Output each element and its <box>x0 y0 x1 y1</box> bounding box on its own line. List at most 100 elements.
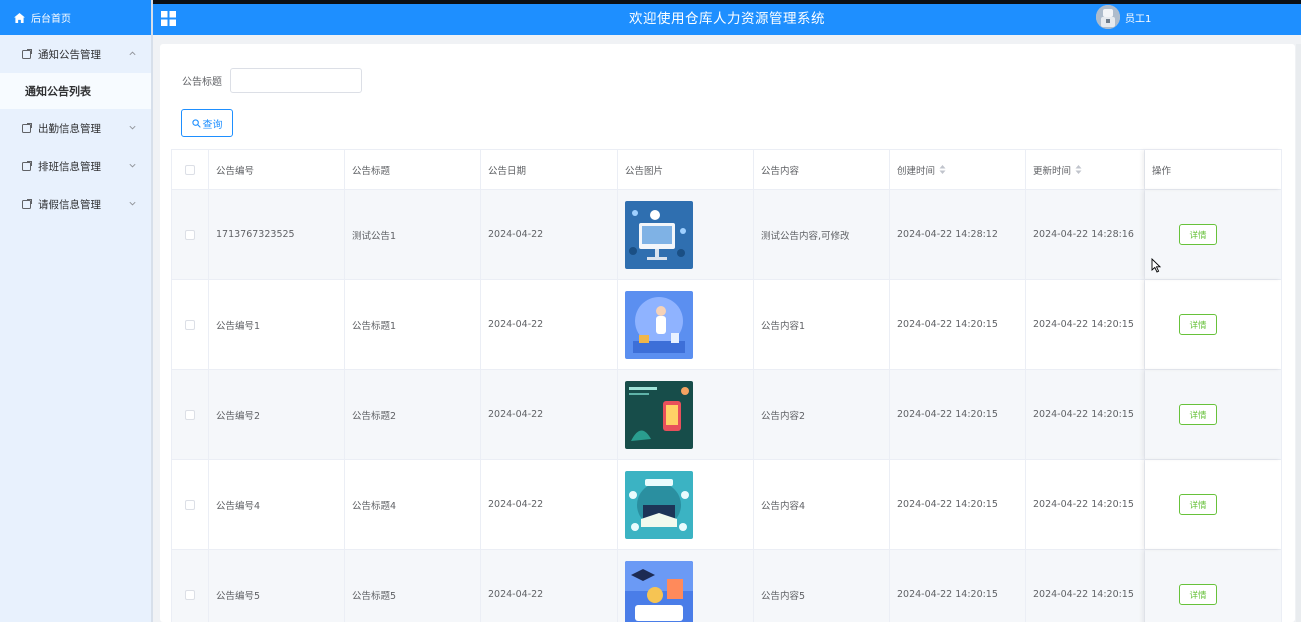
detail-button[interactable]: 详情 <box>1179 314 1217 335</box>
menu-notice[interactable]: 通知公告管理 <box>0 35 151 73</box>
document-icon <box>22 49 32 59</box>
mouse-cursor-icon <box>1151 258 1161 273</box>
notice-image[interactable] <box>625 290 693 359</box>
detail-button[interactable]: 详情 <box>1179 404 1217 425</box>
header: 欢迎使用仓库人力资源管理系统 员工1 <box>153 4 1301 35</box>
cell-created: 2024-04-22 14:20:15 <box>890 460 1026 549</box>
menu-schedule[interactable]: 排班信息管理 <box>0 147 151 185</box>
cell-no: 公告编号1 <box>209 280 345 369</box>
search-label: 公告标题 <box>182 77 222 88</box>
home-label: 后台首页 <box>31 14 71 25</box>
page-scrollbar[interactable] <box>1296 44 1301 622</box>
table-row: 公告编号4 公告标题4 2024-04-22 公告内容4 2024-04-22 … <box>172 460 1282 550</box>
cell-no: 公告编号2 <box>209 370 345 459</box>
search-input[interactable] <box>230 68 362 93</box>
menu-schedule-label: 排班信息管理 <box>38 160 101 173</box>
chevron-up-icon <box>129 51 136 56</box>
table-row: 1713767323525 测试公告1 2024-04-22 测试公告内容,可修… <box>172 190 1282 280</box>
col-no: 公告编号 <box>209 150 345 189</box>
cell-title: 公告标题5 <box>345 550 481 622</box>
cell-image <box>618 190 754 279</box>
home-icon <box>14 12 25 23</box>
cell-title: 公告标题1 <box>345 280 481 369</box>
query-button[interactable]: 查询 <box>181 109 233 137</box>
menu-leave[interactable]: 请假信息管理 <box>0 185 151 223</box>
avatar[interactable] <box>1096 5 1120 29</box>
document-icon <box>22 161 32 171</box>
row-checkbox-cell <box>172 460 209 549</box>
row-checkbox[interactable] <box>185 409 195 420</box>
menu-attendance[interactable]: 出勤信息管理 <box>0 109 151 147</box>
cell-actions: 详情 <box>1145 370 1282 459</box>
query-button-label: 查询 <box>202 119 223 131</box>
cell-content: 公告内容1 <box>754 280 890 369</box>
col-updated[interactable]: 更新时间 <box>1026 150 1145 189</box>
cell-image <box>618 550 754 622</box>
cell-image <box>618 460 754 549</box>
cell-actions: 详情 <box>1145 280 1282 369</box>
notice-image-illustration <box>625 290 693 359</box>
chevron-down-icon <box>129 125 136 130</box>
cell-updated: 2024-04-22 14:28:16 <box>1026 190 1145 279</box>
col-date: 公告日期 <box>481 150 618 189</box>
cell-image <box>618 280 754 369</box>
col-created[interactable]: 创建时间 <box>890 150 1026 189</box>
user-avatar-icon <box>1096 5 1120 29</box>
notice-table: 公告编号 公告标题 公告日期 公告图片 公告内容 创建时间 更新时间 操作 17… <box>171 149 1282 622</box>
cell-title: 公告标题2 <box>345 370 481 459</box>
col-content: 公告内容 <box>754 150 890 189</box>
submenu-notice-list-label: 通知公告列表 <box>25 85 91 98</box>
cell-date: 2024-04-22 <box>481 370 618 459</box>
cell-content: 公告内容2 <box>754 370 890 459</box>
cell-updated: 2024-04-22 14:20:15 <box>1026 280 1145 369</box>
cell-actions: 详情 <box>1145 190 1282 279</box>
col-title: 公告标题 <box>345 150 481 189</box>
cell-created: 2024-04-22 14:20:15 <box>890 550 1026 622</box>
notice-image[interactable] <box>625 380 693 449</box>
row-checkbox[interactable] <box>185 589 195 600</box>
cell-updated: 2024-04-22 14:20:15 <box>1026 460 1145 549</box>
sidebar: 后台首页 通知公告管理 通知公告列表 出勤信息管理 排班信息管理 请假信息管理 <box>0 0 153 622</box>
document-icon <box>22 123 32 133</box>
cell-created: 2024-04-22 14:20:15 <box>890 370 1026 459</box>
main-panel: 公告标题 查询 公告编号 公告标题 公告日期 公告图片 公告内容 创建时间 更新… <box>160 44 1295 622</box>
cell-content: 公告内容5 <box>754 550 890 622</box>
table-header: 公告编号 公告标题 公告日期 公告图片 公告内容 创建时间 更新时间 操作 <box>172 150 1282 190</box>
detail-button[interactable]: 详情 <box>1179 584 1217 605</box>
sort-icon[interactable] <box>939 165 946 174</box>
submenu-notice-list[interactable]: 通知公告列表 <box>0 73 151 109</box>
notice-image-illustration <box>625 470 693 539</box>
table-row: 公告编号1 公告标题1 2024-04-22 公告内容1 2024-04-22 … <box>172 280 1282 370</box>
row-checkbox[interactable] <box>185 319 195 330</box>
search-icon <box>191 118 201 128</box>
cell-title: 测试公告1 <box>345 190 481 279</box>
notice-image[interactable] <box>625 560 693 622</box>
chevron-down-icon <box>129 201 136 206</box>
cell-date: 2024-04-22 <box>481 460 618 549</box>
detail-button[interactable]: 详情 <box>1179 224 1217 245</box>
cell-updated: 2024-04-22 14:20:15 <box>1026 550 1145 622</box>
cell-created: 2024-04-22 14:28:12 <box>890 190 1026 279</box>
menu-notice-label: 通知公告管理 <box>38 48 101 61</box>
notice-image[interactable] <box>625 470 693 539</box>
row-checkbox-cell <box>172 190 209 279</box>
row-checkbox[interactable] <box>185 229 195 240</box>
cell-no: 1713767323525 <box>209 190 345 279</box>
notice-image-illustration <box>625 200 693 269</box>
row-checkbox-cell <box>172 550 209 622</box>
notice-image[interactable] <box>625 200 693 269</box>
cell-image <box>618 370 754 459</box>
select-all-checkbox[interactable] <box>185 164 195 175</box>
sort-icon[interactable] <box>1075 165 1082 174</box>
cell-no: 公告编号5 <box>209 550 345 622</box>
menu-leave-label: 请假信息管理 <box>38 198 101 211</box>
header-checkbox-cell <box>172 150 209 189</box>
detail-button[interactable]: 详情 <box>1179 494 1217 515</box>
notice-image-illustration <box>625 560 693 622</box>
row-checkbox[interactable] <box>185 499 195 510</box>
home-link[interactable]: 后台首页 <box>0 0 151 35</box>
cell-updated: 2024-04-22 14:20:15 <box>1026 370 1145 459</box>
cell-created: 2024-04-22 14:20:15 <box>890 280 1026 369</box>
username[interactable]: 员工1 <box>1125 4 1151 35</box>
notice-image-illustration <box>625 380 693 449</box>
